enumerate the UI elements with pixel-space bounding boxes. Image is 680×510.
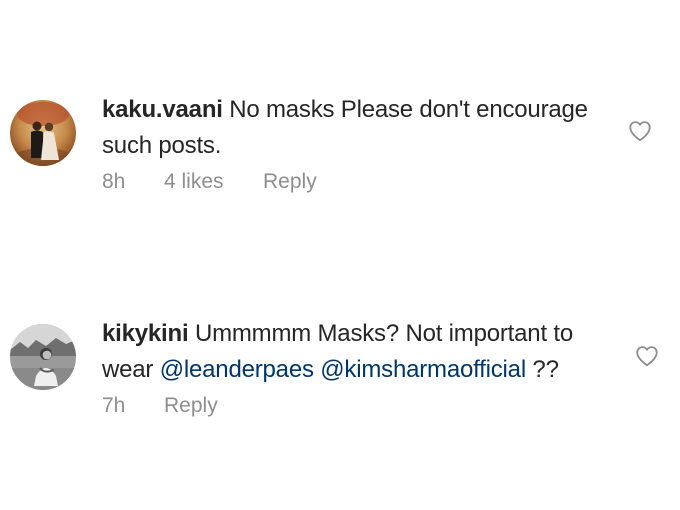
comment-text-tail: ?? <box>525 356 559 383</box>
avatar[interactable] <box>10 324 76 390</box>
comment-body: kikykini Ummmmm Masks? Not important to … <box>102 316 622 388</box>
heart-outline-icon[interactable] <box>634 343 660 369</box>
comment-likes[interactable]: 4 likes <box>164 170 263 194</box>
comment-time: 7h <box>102 394 126 417</box>
mention-link[interactable]: @kimsharmaofficial <box>320 356 526 383</box>
avatar-photo <box>10 324 76 390</box>
heart-outline-icon[interactable] <box>627 118 653 144</box>
reply-button[interactable]: Reply <box>263 170 317 194</box>
comment-meta: 8h 4 likes Reply <box>102 170 317 194</box>
mention-link[interactable]: @leanderpaes <box>160 356 314 383</box>
comment-body: kaku.vaani No masks Please don't encoura… <box>102 92 622 164</box>
avatar-photo <box>10 100 76 166</box>
comment-time: 8h <box>102 170 126 193</box>
avatar[interactable] <box>10 100 76 166</box>
comment-username[interactable]: kikykini <box>102 320 189 347</box>
comment-username[interactable]: kaku.vaani <box>102 96 223 123</box>
comment-meta: 7h Reply <box>102 394 218 418</box>
reply-button[interactable]: Reply <box>164 394 218 418</box>
